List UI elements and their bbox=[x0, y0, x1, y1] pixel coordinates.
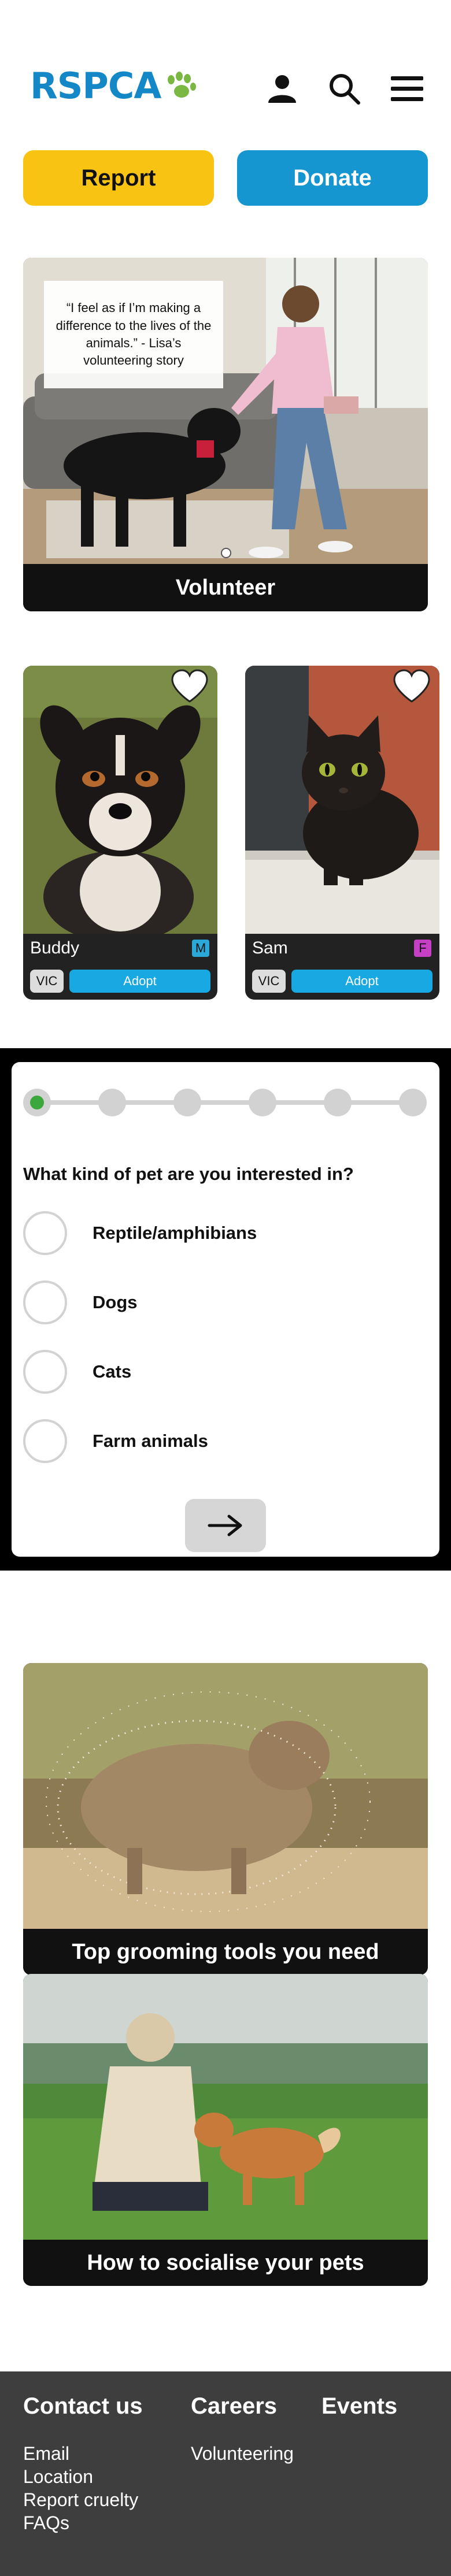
footer-events-heading[interactable]: Events bbox=[321, 2393, 397, 2419]
adopt-button[interactable]: Adopt bbox=[69, 970, 210, 993]
pet-quiz-card: What kind of pet are you interested in? … bbox=[12, 1062, 439, 1557]
pet-card-buddy[interactable]: Buddy M VIC Adopt bbox=[23, 666, 217, 1000]
pet-state-badge: VIC bbox=[252, 970, 286, 993]
footer-link-volunteering[interactable]: Volunteering bbox=[191, 2442, 294, 2465]
site-footer: Contact us Careers Events Email Location… bbox=[0, 2371, 451, 2576]
paw-icon bbox=[164, 72, 198, 101]
quiz-next-button[interactable] bbox=[185, 1499, 266, 1552]
quiz-step-5 bbox=[324, 1089, 352, 1116]
quiz-step-3 bbox=[173, 1089, 201, 1116]
article-title: Top grooming tools you need bbox=[23, 1929, 428, 1975]
footer-link-faqs[interactable]: FAQs bbox=[23, 2511, 69, 2534]
pet-card-sam[interactable]: Sam F VIC Adopt bbox=[245, 666, 439, 1000]
footer-link-location[interactable]: Location bbox=[23, 2465, 93, 2488]
article-title: How to socialise your pets bbox=[23, 2240, 428, 2286]
pet-name: Sam bbox=[252, 938, 288, 957]
logo-text: RSPCA bbox=[30, 65, 161, 107]
buddy-photo bbox=[23, 666, 217, 934]
quiz-question: What kind of pet are you interested in? bbox=[23, 1164, 354, 1184]
volunteer-label: Volunteer bbox=[23, 564, 428, 611]
pet-name: Buddy bbox=[30, 938, 80, 957]
article-card-grooming[interactable]: Top grooming tools you need bbox=[23, 1663, 428, 1975]
arrow-right-icon bbox=[208, 1515, 242, 1536]
favourite-heart-icon[interactable] bbox=[392, 669, 431, 704]
radio-button[interactable] bbox=[23, 1280, 67, 1324]
pet-state-badge: VIC bbox=[30, 970, 64, 993]
report-button[interactable]: Report bbox=[23, 150, 214, 206]
socialise-article-image bbox=[23, 1974, 428, 2240]
carousel-indicator-dot[interactable] bbox=[221, 548, 231, 558]
quiz-option[interactable]: Cats bbox=[23, 1349, 370, 1395]
volunteer-quote: “I feel as if I’m making a difference to… bbox=[44, 281, 223, 388]
quiz-option[interactable]: Reptile/amphibians bbox=[23, 1210, 370, 1256]
quiz-option-label: Cats bbox=[93, 1361, 132, 1382]
quiz-option[interactable]: Farm animals bbox=[23, 1418, 370, 1464]
quiz-option-label: Farm animals bbox=[93, 1431, 208, 1451]
menu-icon[interactable] bbox=[389, 70, 426, 107]
sam-photo bbox=[245, 666, 439, 934]
radio-button[interactable] bbox=[23, 1419, 67, 1463]
quiz-step-active-dot bbox=[30, 1096, 44, 1109]
article-card-socialise[interactable]: How to socialise your pets bbox=[23, 1974, 428, 2286]
grooming-article-image bbox=[23, 1663, 428, 1929]
favourite-heart-icon[interactable] bbox=[170, 669, 209, 704]
quiz-step-6 bbox=[399, 1089, 427, 1116]
quiz-step-2 bbox=[98, 1089, 126, 1116]
user-icon[interactable] bbox=[264, 70, 301, 107]
quiz-option-label: Reptile/amphibians bbox=[93, 1223, 257, 1243]
quiz-step-4 bbox=[249, 1089, 276, 1116]
donate-button[interactable]: Donate bbox=[237, 150, 428, 206]
quiz-option[interactable]: Dogs bbox=[23, 1279, 370, 1326]
pet-gender-badge: F bbox=[414, 940, 431, 957]
quiz-option-label: Dogs bbox=[93, 1292, 138, 1312]
adopt-button[interactable]: Adopt bbox=[291, 970, 432, 993]
pet-gender-badge: M bbox=[192, 940, 209, 957]
radio-button[interactable] bbox=[23, 1350, 67, 1394]
radio-button[interactable] bbox=[23, 1211, 67, 1255]
footer-link-email[interactable]: Email bbox=[23, 2442, 69, 2465]
footer-contact-heading[interactable]: Contact us bbox=[23, 2393, 143, 2419]
pet-quiz-section: What kind of pet are you interested in? … bbox=[0, 1048, 451, 1571]
quiz-step-1 bbox=[23, 1089, 51, 1116]
rspca-logo[interactable]: RSPCA bbox=[30, 68, 198, 104]
footer-link-report-cruelty[interactable]: Report cruelty bbox=[23, 2488, 138, 2511]
search-icon[interactable] bbox=[326, 70, 363, 107]
quiz-progress-track bbox=[38, 1100, 415, 1105]
volunteer-hero-card[interactable]: “I feel as if I’m making a difference to… bbox=[23, 258, 428, 611]
footer-careers-heading[interactable]: Careers bbox=[191, 2393, 277, 2419]
site-header: RSPCA bbox=[0, 0, 451, 139]
